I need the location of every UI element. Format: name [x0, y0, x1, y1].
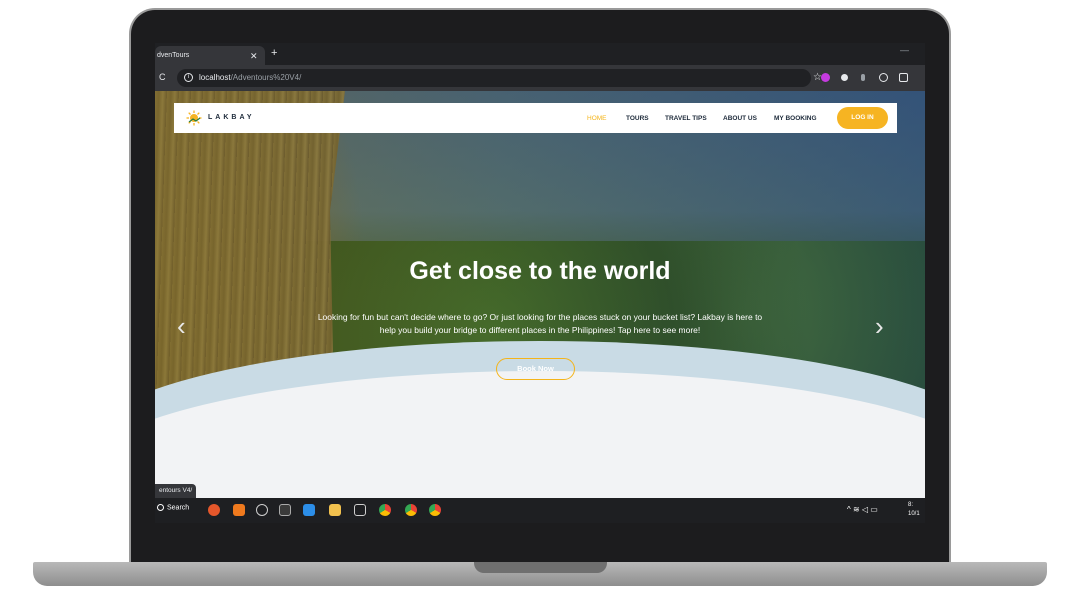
search-label: Search	[167, 504, 190, 512]
browser-tabstrip: dvenTours ✕ + —	[155, 43, 925, 65]
nav-link-about-us[interactable]: ABOUT US	[723, 115, 757, 122]
extensions-puzzle-icon[interactable]	[899, 73, 908, 82]
browser-toolbar: C i localhost/Adventours%20V4/ ☆	[155, 65, 925, 91]
book-now-button[interactable]: Book Now	[496, 358, 575, 380]
extension-icon[interactable]	[879, 73, 888, 82]
tab-title: dvenTours	[157, 52, 190, 59]
hero-title: Get close to the world	[409, 257, 671, 285]
sun-logo-icon[interactable]	[186, 110, 202, 126]
carousel-prev-icon[interactable]: ‹	[177, 311, 186, 342]
extension-icon[interactable]	[821, 73, 830, 82]
search-icon	[157, 504, 164, 511]
logo-text[interactable]: LAKBAY	[208, 114, 255, 121]
url-text: localhost/Adventours%20V4/	[199, 73, 301, 82]
site-info-icon[interactable]: i	[184, 73, 193, 82]
app-icon[interactable]	[208, 504, 220, 516]
chrome-icon[interactable]	[379, 504, 391, 516]
address-bar[interactable]: i localhost/Adventours%20V4/ ☆	[177, 69, 822, 87]
notes-icon[interactable]	[354, 504, 366, 516]
hero-section: LAKBAY HOME TOURS TRAVEL TIPS ABOUT US M…	[155, 91, 925, 523]
file-explorer-icon[interactable]	[329, 504, 341, 516]
clock-date: 10/1	[908, 511, 920, 517]
hero-description[interactable]: Looking for fun but can't decide where t…	[315, 311, 765, 337]
taskbar-clock[interactable]: 8: 10/1	[908, 501, 920, 519]
laptop-notch	[474, 562, 607, 573]
browser-tab[interactable]: dvenTours ✕	[155, 46, 265, 65]
url-path: /Adventours%20V4/	[230, 73, 302, 82]
settings-icon[interactable]	[256, 504, 268, 516]
clock-time: 8:	[908, 502, 914, 508]
tab-close-icon[interactable]: ✕	[250, 51, 258, 62]
laptop-screen: dvenTours ✕ + — C i localhost/Adventours…	[155, 43, 925, 523]
login-button[interactable]: LOG IN	[837, 107, 888, 129]
chrome-profile-icon[interactable]	[405, 504, 417, 516]
taskbar-search[interactable]: Search	[157, 504, 189, 511]
reload-icon[interactable]: C	[159, 72, 166, 82]
nav-link-tours[interactable]: TOURS	[626, 115, 649, 122]
nav-link-home[interactable]: HOME	[587, 115, 607, 122]
url-host: localhost	[199, 73, 231, 82]
new-tab-button[interactable]: +	[271, 47, 277, 59]
minimize-button[interactable]: —	[900, 45, 909, 55]
vscode-icon[interactable]	[303, 504, 315, 516]
chrome-profile-icon[interactable]	[429, 504, 441, 516]
terminal-icon[interactable]	[279, 504, 291, 516]
extension-icon[interactable]	[841, 74, 848, 81]
site-navbar: LAKBAY HOME TOURS TRAVEL TIPS ABOUT US M…	[174, 103, 897, 133]
os-taskbar: Search ^ ≋ ◁ ▭ 8: 10/1	[155, 498, 925, 523]
nav-link-my-booking[interactable]: MY BOOKING	[774, 115, 817, 122]
link-status-bubble: entours V4/	[155, 484, 197, 498]
xampp-icon[interactable]	[233, 504, 245, 516]
system-tray[interactable]: ^ ≋ ◁ ▭	[847, 505, 878, 514]
microphone-icon[interactable]	[861, 74, 865, 81]
carousel-next-icon[interactable]: ›	[875, 311, 884, 342]
nav-link-travel-tips[interactable]: TRAVEL TIPS	[665, 115, 707, 122]
